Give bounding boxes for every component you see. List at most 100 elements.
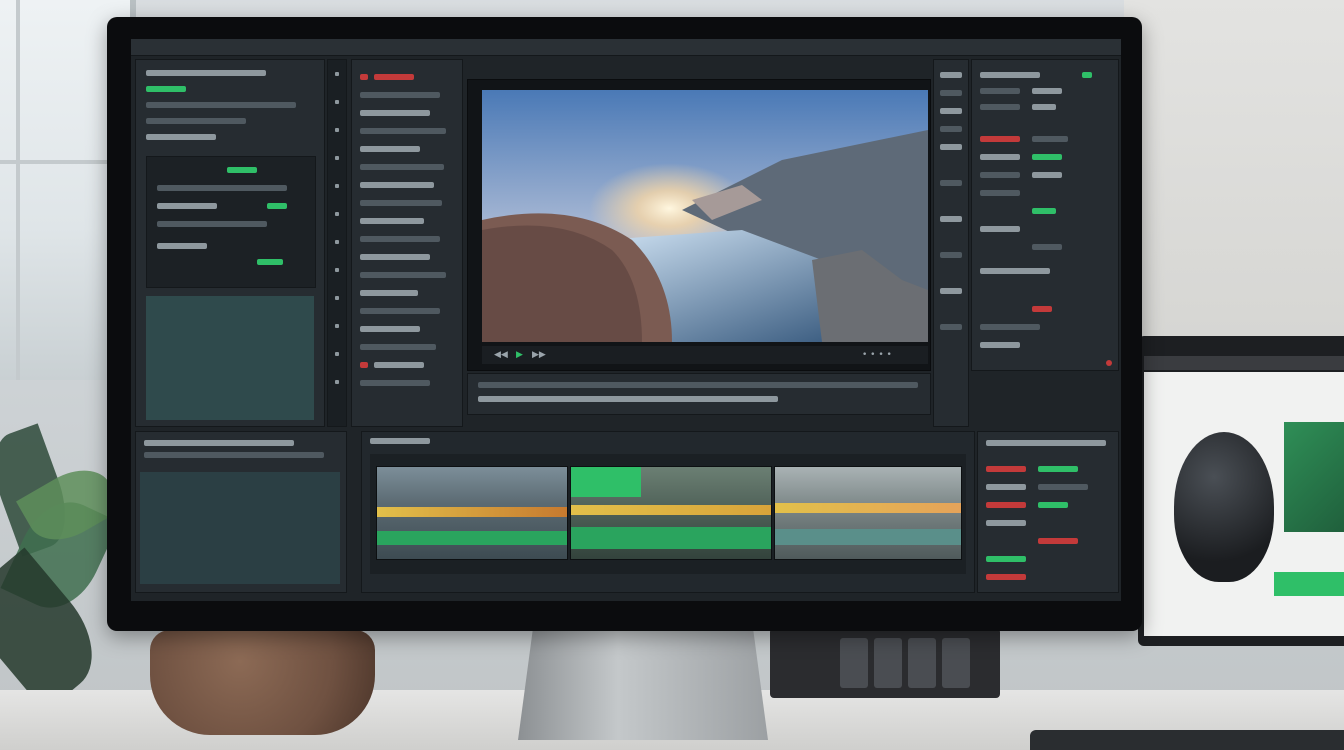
organizer-slot <box>840 638 868 688</box>
timeline-clip[interactable] <box>376 466 568 560</box>
tool-icon[interactable] <box>335 128 339 132</box>
tool-icon[interactable] <box>335 240 339 244</box>
clip-audio-band <box>775 503 961 513</box>
effects-column[interactable] <box>933 59 969 427</box>
timeline-clip[interactable] <box>774 466 962 560</box>
panel-row <box>980 226 1020 232</box>
clip-green-block <box>571 467 641 497</box>
panel-row <box>1032 88 1062 94</box>
second-monitor <box>1138 336 1344 646</box>
keyboard <box>1030 730 1344 750</box>
panel-row <box>980 136 1020 142</box>
panel-row <box>940 126 962 132</box>
layer-row[interactable] <box>360 326 420 332</box>
layer-list-panel[interactable] <box>351 59 463 427</box>
layer-marker <box>360 74 368 80</box>
inspector-panel[interactable] <box>971 59 1119 371</box>
panel-row <box>980 88 1020 94</box>
step-forward-icon[interactable]: ▶▶ <box>532 350 546 360</box>
layer-row[interactable] <box>374 74 414 80</box>
timeline-clip[interactable] <box>570 466 772 560</box>
panel-row <box>1032 104 1056 110</box>
layer-row[interactable] <box>360 200 442 206</box>
scopes-panel[interactable] <box>977 431 1119 593</box>
panel-row <box>157 185 287 191</box>
plant-pot <box>150 630 375 735</box>
background-wall <box>1124 0 1344 340</box>
panel-row <box>980 104 1020 110</box>
menu-bar[interactable] <box>131 39 1121 56</box>
panel-row <box>157 203 217 209</box>
panel-row <box>980 154 1020 160</box>
panel-row <box>1032 154 1062 160</box>
panel-row <box>227 167 257 173</box>
panel-row <box>1032 306 1052 312</box>
panel-row <box>940 144 962 150</box>
layer-row[interactable] <box>360 164 444 170</box>
audio-mixer-panel[interactable] <box>135 431 347 593</box>
tool-icon[interactable] <box>335 380 339 384</box>
record-icon[interactable] <box>1106 360 1112 366</box>
timeline-tracks[interactable] <box>370 454 966 574</box>
tool-icon[interactable] <box>335 324 339 328</box>
left-media-panel[interactable] <box>135 59 325 427</box>
tool-icon[interactable] <box>335 156 339 160</box>
panel-row <box>1038 502 1068 508</box>
layer-row[interactable] <box>360 308 440 314</box>
tool-column[interactable] <box>327 59 347 427</box>
layer-row[interactable] <box>360 344 436 350</box>
panel-row <box>980 190 1020 196</box>
layer-row[interactable] <box>360 110 430 116</box>
layer-row[interactable] <box>374 362 424 368</box>
transport-bar[interactable] <box>467 373 931 415</box>
viewer-controls[interactable]: ◀◀ ▶ ▶▶ • • • • <box>482 346 928 364</box>
tool-icon[interactable] <box>335 72 339 76</box>
layer-row[interactable] <box>360 146 420 152</box>
layer-row[interactable] <box>360 272 446 278</box>
tool-icon[interactable] <box>335 184 339 188</box>
layer-row[interactable] <box>360 290 418 296</box>
panel-row <box>1032 208 1056 214</box>
photo-subject <box>1174 432 1274 582</box>
play-icon[interactable]: ▶ <box>516 350 523 360</box>
panel-row <box>986 520 1026 526</box>
layer-row[interactable] <box>360 182 434 188</box>
clip-audio-band <box>377 507 567 517</box>
layer-row[interactable] <box>360 128 446 134</box>
tool-icon[interactable] <box>335 268 339 272</box>
tool-icon[interactable] <box>335 100 339 104</box>
panel-row <box>1032 172 1062 178</box>
tool-icon[interactable] <box>335 296 339 300</box>
panel-row <box>980 172 1020 178</box>
panel-row <box>986 440 1106 446</box>
layer-row[interactable] <box>360 380 430 386</box>
timeline-panel[interactable] <box>361 431 975 593</box>
panel-row <box>980 324 1040 330</box>
tool-icon[interactable] <box>335 352 339 356</box>
panel-row <box>146 86 186 92</box>
panel-row <box>1032 136 1068 142</box>
layer-row[interactable] <box>360 218 424 224</box>
second-monitor-screen <box>1144 372 1344 636</box>
window-mullion <box>16 0 20 380</box>
desk-organizer <box>770 628 1000 698</box>
panel-row <box>986 502 1026 508</box>
panel-row <box>267 203 287 209</box>
panel-row <box>986 574 1026 580</box>
step-back-icon[interactable]: ◀◀ <box>494 350 508 360</box>
layer-row[interactable] <box>360 236 440 242</box>
layer-row[interactable] <box>360 254 430 260</box>
panel-row <box>940 288 962 294</box>
layer-row[interactable] <box>360 92 440 98</box>
panel-row <box>144 440 294 446</box>
green-label <box>1274 572 1344 596</box>
monitor-stand <box>518 628 768 740</box>
tool-icon[interactable] <box>335 212 339 216</box>
panel-row <box>940 216 962 222</box>
photo-thumbnail <box>1284 422 1344 532</box>
viewer-options[interactable]: • • • • <box>862 350 892 360</box>
program-monitor[interactable]: ◀◀ ▶ ▶▶ • • • • <box>467 79 931 371</box>
panel-row <box>157 221 267 227</box>
panel-row <box>1038 466 1078 472</box>
main-monitor: ◀◀ ▶ ▶▶ • • • • <box>107 17 1142 631</box>
